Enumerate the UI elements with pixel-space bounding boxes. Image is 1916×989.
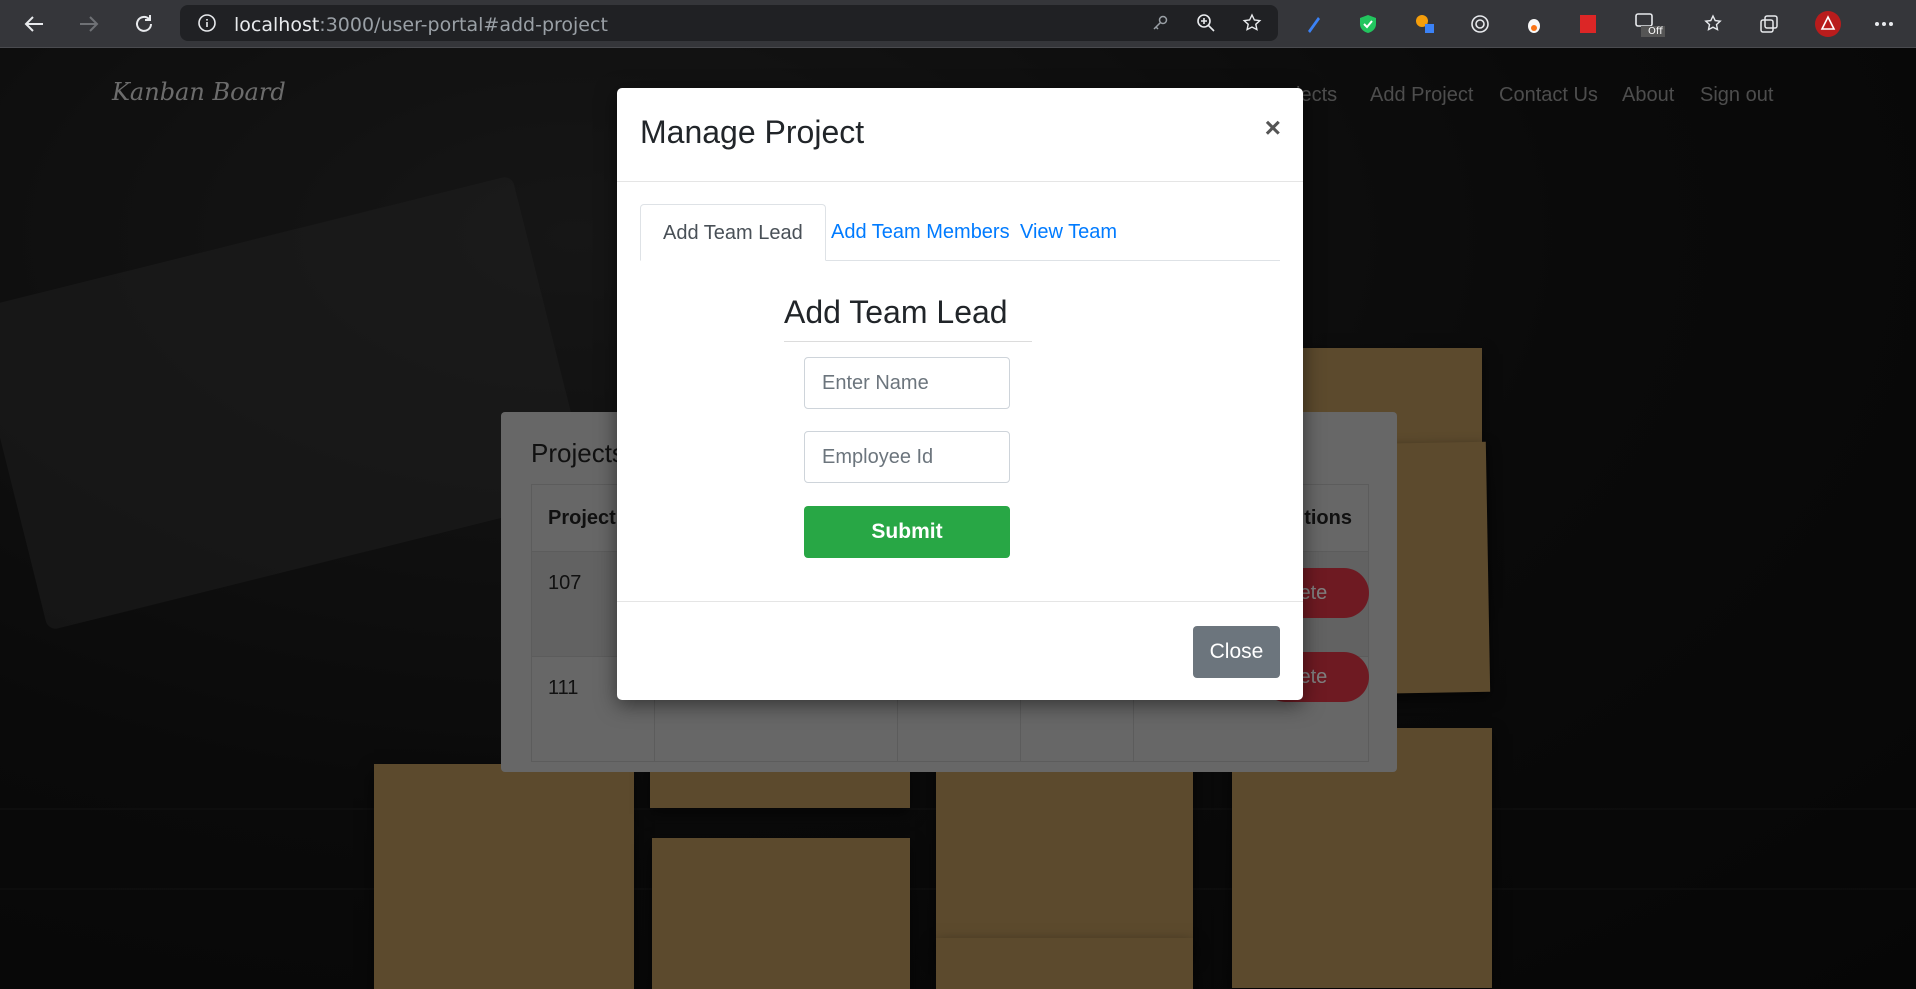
back-button[interactable] bbox=[20, 10, 48, 38]
modal-header: Manage Project × bbox=[617, 88, 1303, 182]
book-extension-icon[interactable] bbox=[1574, 10, 1602, 38]
employee-id-input[interactable] bbox=[804, 431, 1010, 483]
arrow-right-icon bbox=[80, 16, 99, 32]
zoom-icon[interactable] bbox=[1196, 13, 1216, 33]
close-button[interactable]: Close bbox=[1193, 626, 1280, 678]
collections-icon[interactable] bbox=[1755, 10, 1783, 38]
url-text: localhost:3000/user-portal#add-project bbox=[234, 14, 608, 36]
form-title: Add Team Lead bbox=[784, 294, 1032, 342]
reload-button[interactable] bbox=[130, 10, 158, 38]
modal-tabs: Add Team Lead Add Team Members View Team bbox=[640, 204, 1280, 261]
address-bar[interactable]: localhost:3000/user-portal#add-project bbox=[180, 5, 1278, 41]
arrow-left-icon bbox=[24, 16, 43, 32]
flame-extension-icon[interactable] bbox=[1520, 10, 1548, 38]
target-extension-icon[interactable] bbox=[1466, 10, 1494, 38]
tab-view-team[interactable]: View Team bbox=[1020, 204, 1117, 260]
modal-footer: Close bbox=[617, 601, 1303, 701]
color-extension-icon[interactable] bbox=[1411, 10, 1439, 38]
favorite-add-icon[interactable] bbox=[1242, 13, 1262, 33]
cup-extension-icon[interactable]: Off bbox=[1632, 10, 1665, 38]
modal-title: Manage Project bbox=[640, 114, 865, 150]
pen-extension-icon[interactable] bbox=[1300, 10, 1328, 38]
tab-add-team-lead[interactable]: Add Team Lead bbox=[640, 204, 826, 261]
profile-avatar-icon[interactable] bbox=[1814, 10, 1842, 38]
info-icon bbox=[198, 14, 216, 32]
shield-extension-icon[interactable] bbox=[1354, 10, 1382, 38]
manage-project-modal: Manage Project × Add Team Lead Add Team … bbox=[617, 88, 1303, 700]
favorites-icon[interactable] bbox=[1700, 10, 1728, 38]
off-badge: Off bbox=[1646, 26, 1665, 37]
key-icon[interactable] bbox=[1151, 14, 1169, 32]
more-menu-icon[interactable] bbox=[1870, 10, 1898, 38]
browser-toolbar: localhost:3000/user-portal#add-project O… bbox=[0, 0, 1916, 48]
close-icon[interactable]: × bbox=[1265, 112, 1281, 144]
reload-icon bbox=[136, 15, 152, 32]
name-input[interactable] bbox=[804, 357, 1010, 409]
tab-add-team-members[interactable]: Add Team Members bbox=[831, 204, 1010, 260]
submit-button[interactable]: Submit bbox=[804, 506, 1010, 558]
forward-button[interactable] bbox=[75, 10, 103, 38]
